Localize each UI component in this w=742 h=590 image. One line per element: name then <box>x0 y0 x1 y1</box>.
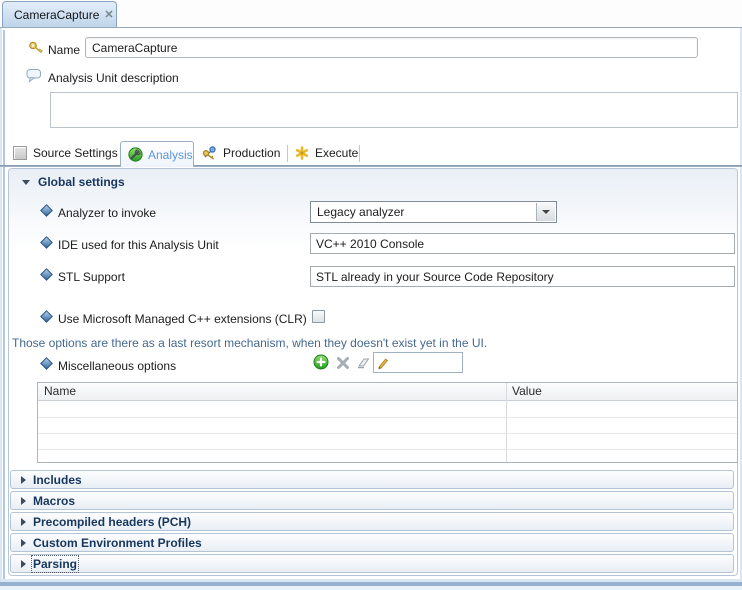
table-header: Name Value <box>38 383 737 401</box>
diamond-bullet-icon <box>40 204 53 220</box>
editor-tab-bar: CameraCapture ✕ <box>0 0 742 28</box>
diamond-bullet-icon <box>40 236 53 252</box>
tab-production[interactable]: Production <box>201 143 280 163</box>
option-filter-box <box>373 352 463 373</box>
chevron-right-icon <box>21 476 26 484</box>
combobox-dropdown-button[interactable] <box>536 203 555 221</box>
analyzer-label: Analyzer to invoke <box>58 206 156 220</box>
ide-field[interactable] <box>310 233 735 254</box>
tab-separator <box>287 145 288 162</box>
name-input[interactable] <box>85 37 698 58</box>
analyzer-selected-value: Legacy analyzer <box>317 205 404 219</box>
analysis-unit-editor: CameraCapture ✕ Name Analysis Unit descr… <box>0 0 742 590</box>
section-label: Includes <box>33 473 82 487</box>
section-macros[interactable]: Macros <box>10 491 734 510</box>
close-icon[interactable]: ✕ <box>104 8 113 21</box>
table-row <box>38 401 737 418</box>
tab-label: Source Settings <box>33 146 118 160</box>
name-label: Name <box>48 43 80 57</box>
stl-support-label: STL Support <box>58 270 125 284</box>
tab-source-settings[interactable]: Source Settings <box>13 143 118 163</box>
pen-icon <box>376 356 390 370</box>
clr-checkbox[interactable] <box>312 310 325 323</box>
editor-tab-cameracapture[interactable]: CameraCapture ✕ <box>2 1 117 27</box>
source-settings-icon <box>13 146 27 160</box>
delete-option-button[interactable] <box>336 356 350 373</box>
column-header-name[interactable]: Name <box>44 384 76 398</box>
tab-label: Production <box>223 146 280 160</box>
window-frame-left-inner <box>3 30 5 580</box>
tab-strip-baseline <box>0 165 742 167</box>
last-resort-note: Those options are there as a last resort… <box>12 336 487 350</box>
tab-label: Execute <box>315 146 358 160</box>
description-textarea[interactable] <box>50 92 738 128</box>
option-filter-input[interactable] <box>390 354 462 371</box>
table-row <box>38 417 737 434</box>
section-includes[interactable]: Includes <box>10 470 734 489</box>
miscellaneous-options-table: Name Value <box>37 382 738 463</box>
section-parsing[interactable]: Parsing <box>10 554 734 573</box>
key-icon <box>28 40 44 59</box>
tab-label: Analysis <box>148 148 193 162</box>
keys-icon <box>201 145 217 161</box>
tab-separator <box>359 145 360 162</box>
diamond-bullet-icon <box>40 268 53 284</box>
table-row <box>38 433 737 450</box>
chevron-right-icon <box>21 497 26 505</box>
tab-analysis[interactable]: Analysis <box>120 141 194 167</box>
chevron-down-icon <box>542 210 550 214</box>
chevron-right-icon <box>21 518 26 526</box>
diamond-bullet-icon <box>40 310 53 326</box>
add-option-button[interactable] <box>313 354 329 373</box>
analyzer-combobox[interactable]: Legacy analyzer <box>310 201 557 223</box>
window-frame-bottom-pale <box>0 586 742 590</box>
chevron-right-icon <box>21 539 26 547</box>
analysis-wrench-icon <box>128 147 143 162</box>
execute-asterisk-icon <box>295 146 309 160</box>
section-label: Macros <box>33 494 75 508</box>
miscellaneous-options-label: Miscellaneous options <box>58 359 176 373</box>
column-header-value[interactable]: Value <box>512 384 542 398</box>
table-row <box>38 449 737 465</box>
section-label: Custom Environment Profiles <box>33 536 202 550</box>
tab-execute[interactable]: Execute <box>295 143 358 163</box>
window-frame-left <box>0 28 2 584</box>
section-custom-environment-profiles[interactable]: Custom Environment Profiles <box>10 533 734 552</box>
section-precompiled-headers[interactable]: Precompiled headers (PCH) <box>10 512 734 531</box>
chevron-down-icon <box>22 180 30 185</box>
clr-extensions-label: Use Microsoft Managed C++ extensions (CL… <box>58 312 307 326</box>
eraser-button[interactable] <box>355 355 370 373</box>
comment-bubble-icon <box>26 67 42 86</box>
diamond-bullet-icon <box>40 357 53 373</box>
section-label: Parsing <box>33 557 77 571</box>
editor-tab-title: CameraCapture <box>14 8 99 22</box>
description-label: Analysis Unit description <box>48 71 179 85</box>
ide-label: IDE used for this Analysis Unit <box>58 238 219 252</box>
section-label: Precompiled headers (PCH) <box>33 515 191 529</box>
chevron-right-icon <box>21 560 26 568</box>
stl-support-field[interactable] <box>310 266 735 287</box>
section-global-settings[interactable]: Global settings <box>38 175 125 189</box>
